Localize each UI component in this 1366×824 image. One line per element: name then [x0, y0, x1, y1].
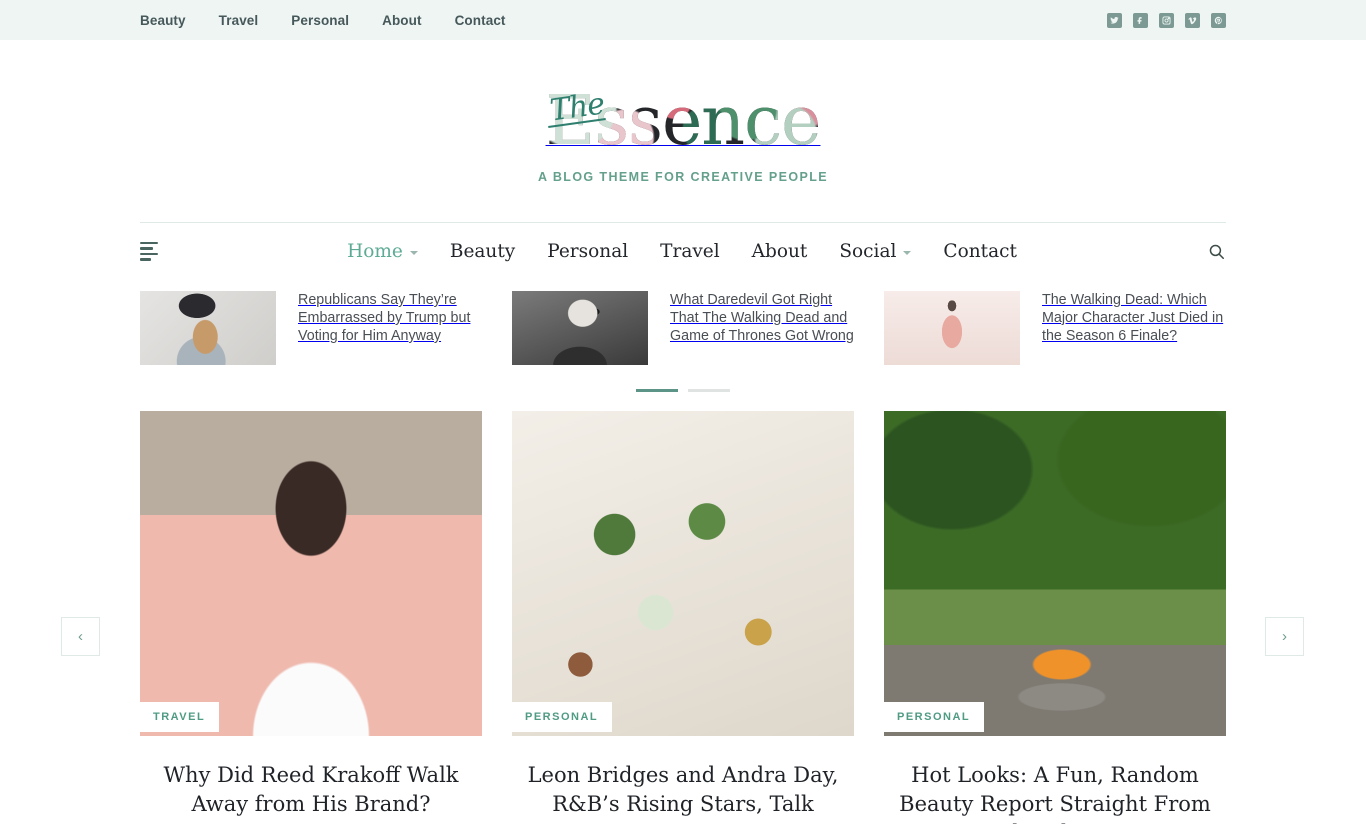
hamburger-line [140, 247, 153, 250]
topbar-link-beauty[interactable]: Beauty [140, 13, 186, 28]
post-card-category[interactable]: PERSONAL [884, 702, 985, 732]
nav-item-contact[interactable]: Contact [943, 241, 1016, 262]
hamburger-line [140, 241, 158, 244]
post-card-image [884, 411, 1226, 736]
nav-item-label: About [751, 240, 808, 262]
nav-item-beauty[interactable]: Beauty [450, 241, 515, 262]
chevron-down-icon [903, 251, 912, 255]
nav-item-label: Contact [943, 240, 1017, 262]
masthead: The Essence A BLOG THEME FOR CREATIVE PE… [0, 40, 1366, 184]
topbar-link-about[interactable]: About [382, 13, 421, 28]
main-navbar: Home Beauty Personal Travel About Social… [140, 223, 1226, 279]
featured-post-title: What Daredevil Got Right That The Walkin… [670, 292, 854, 344]
site-tagline: A BLOG THEME FOR CREATIVE PEOPLE [538, 170, 828, 184]
twitter-icon[interactable] [1107, 12, 1122, 28]
nav-item-label: Personal [547, 240, 629, 262]
post-card-category[interactable]: PERSONAL [512, 702, 613, 732]
nav-item-label: Beauty [449, 240, 516, 262]
chevron-down-icon [409, 251, 418, 255]
featured-post[interactable]: Republicans Say They’re Embarrassed by T… [140, 291, 482, 365]
post-cards-area: ‹ › TRAVEL Why Did Reed Krakoff Walk Awa… [0, 411, 1366, 824]
nav-item-social[interactable]: Social [839, 240, 912, 262]
nav-item-personal[interactable]: Personal [547, 241, 628, 262]
featured-post-thumbnail [512, 291, 648, 365]
carousel-prev-button[interactable]: ‹ [61, 617, 100, 656]
nav-item-travel[interactable]: Travel [660, 241, 720, 262]
featured-post-thumbnail [884, 291, 1020, 365]
carousel-next-button[interactable]: › [1265, 617, 1304, 656]
post-card-image [140, 411, 482, 736]
featured-posts-strip: Republicans Say They’re Embarrassed by T… [140, 291, 1226, 365]
post-cards: TRAVEL Why Did Reed Krakoff Walk Away fr… [140, 411, 1226, 824]
top-bar-nav: Beauty Travel Personal About Contact [140, 13, 506, 28]
featured-post-title: The Walking Dead: Which Major Character … [1042, 292, 1224, 344]
post-card-title[interactable]: Hot Looks: A Fun, Random Beauty Report S… [884, 761, 1226, 824]
post-card[interactable]: TRAVEL Why Did Reed Krakoff Walk Away fr… [140, 411, 482, 824]
hamburger-line [140, 258, 151, 261]
post-card[interactable]: PERSONAL Leon Bridges and Andra Day, R&B… [512, 411, 854, 824]
nav-item-about[interactable]: About [752, 241, 808, 262]
hamburger-line [140, 252, 158, 255]
nav-item-home[interactable]: Home [347, 241, 418, 262]
post-card[interactable]: PERSONAL Hot Looks: A Fun, Random Beauty… [884, 411, 1226, 824]
carousel-pagination [140, 389, 1226, 392]
nav-item-label: Travel [660, 240, 720, 262]
social-links [1107, 12, 1226, 28]
featured-post-thumbnail [140, 291, 276, 365]
carousel-dot-1[interactable] [636, 389, 678, 392]
main-nav: Home Beauty Personal Travel About Social… [158, 241, 1206, 262]
featured-post[interactable]: The Walking Dead: Which Major Character … [884, 291, 1226, 365]
post-card-title[interactable]: Leon Bridges and Andra Day, R&B’s Rising… [512, 761, 854, 824]
pinterest-icon[interactable] [1211, 12, 1226, 28]
featured-post-title: Republicans Say They’re Embarrassed by T… [298, 292, 471, 344]
nav-item-label: Social [839, 240, 897, 262]
instagram-icon[interactable] [1159, 12, 1174, 28]
top-bar: Beauty Travel Personal About Contact [0, 0, 1366, 40]
search-icon[interactable] [1206, 241, 1226, 261]
vimeo-icon[interactable] [1185, 12, 1200, 28]
topbar-link-travel[interactable]: Travel [219, 13, 259, 28]
carousel-dot-2[interactable] [688, 389, 730, 392]
post-card-title[interactable]: Why Did Reed Krakoff Walk Away from His … [140, 761, 482, 819]
topbar-link-personal[interactable]: Personal [291, 13, 349, 28]
post-card-category[interactable]: TRAVEL [140, 702, 220, 732]
nav-item-label: Home [347, 240, 403, 262]
facebook-icon[interactable] [1133, 12, 1148, 28]
site-logo[interactable]: The Essence [540, 82, 827, 161]
hamburger-menu-icon[interactable] [140, 241, 158, 261]
featured-post[interactable]: What Daredevil Got Right That The Walkin… [512, 291, 854, 365]
topbar-link-contact[interactable]: Contact [455, 13, 506, 28]
post-card-image [512, 411, 854, 736]
